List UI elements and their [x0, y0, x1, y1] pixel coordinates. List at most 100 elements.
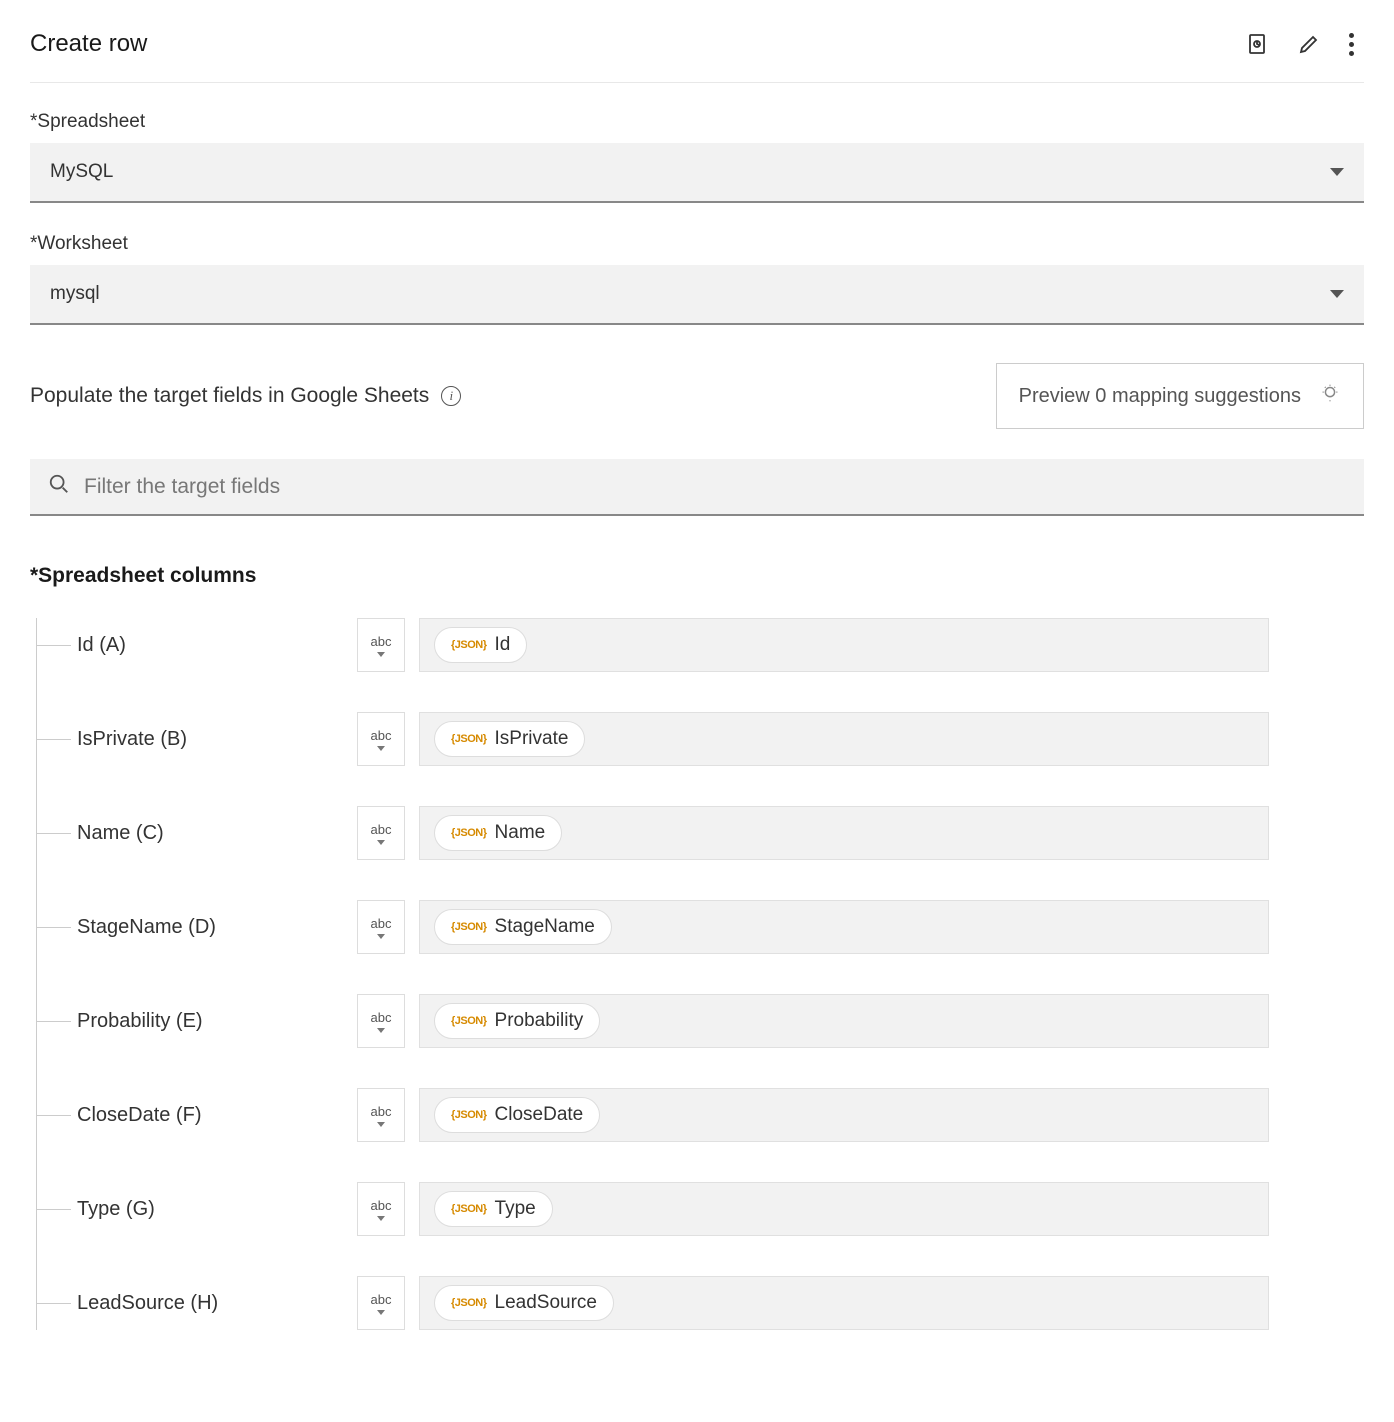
chevron-down-icon [1330, 290, 1344, 298]
json-tag-icon: JSON [451, 733, 487, 745]
type-selector[interactable]: abc [357, 1088, 405, 1142]
chevron-down-icon [377, 1028, 385, 1033]
tree-branch [37, 1115, 71, 1116]
column-label: Probability (E) [77, 1010, 357, 1033]
json-tag-icon: JSON [451, 1203, 487, 1215]
tree-branch [37, 1021, 71, 1022]
mapped-token[interactable]: JSON Name [434, 815, 562, 851]
type-label: abc [371, 1292, 392, 1307]
type-label: abc [371, 634, 392, 649]
json-tag-icon: JSON [451, 921, 487, 933]
chevron-down-icon [377, 840, 385, 845]
mapping-row: LeadSource (H) abc JSON LeadSource [37, 1276, 1364, 1330]
mapped-token-label: StageName [495, 916, 595, 938]
mapped-token[interactable]: JSON Id [434, 627, 527, 663]
spreadsheet-select[interactable]: MySQL [30, 143, 1364, 203]
type-selector[interactable]: abc [357, 900, 405, 954]
tree-branch [37, 739, 71, 740]
filter-box[interactable] [30, 459, 1364, 516]
populate-text: Populate the target fields in Google She… [30, 384, 461, 408]
mapped-token[interactable]: JSON CloseDate [434, 1097, 600, 1133]
type-label: abc [371, 916, 392, 931]
mapping-value-field[interactable]: JSON Probability [419, 994, 1269, 1048]
mapped-token-label: CloseDate [495, 1104, 584, 1126]
mapping-value-field[interactable]: JSON StageName [419, 900, 1269, 954]
mapped-token-label: Probability [495, 1010, 584, 1032]
column-label: Name (C) [77, 822, 357, 845]
type-selector[interactable]: abc [357, 1182, 405, 1236]
panel-title: Create row [30, 30, 1245, 58]
chevron-down-icon [377, 934, 385, 939]
type-label: abc [371, 1198, 392, 1213]
mapping-row: IsPrivate (B) abc JSON IsPrivate [37, 712, 1364, 766]
chevron-down-icon [377, 1310, 385, 1315]
json-tag-icon: JSON [451, 1297, 487, 1309]
mapping-value-field[interactable]: JSON LeadSource [419, 1276, 1269, 1330]
search-icon [48, 473, 70, 500]
mapped-token-label: Id [495, 634, 511, 656]
pencil-icon[interactable] [1297, 32, 1321, 56]
mapping-value-field[interactable]: JSON Type [419, 1182, 1269, 1236]
clipboard-icon[interactable] [1245, 32, 1269, 56]
tree-branch [37, 927, 71, 928]
mapping-list: Id (A) abc JSON Id IsPrivate (B) abc JSO… [36, 618, 1364, 1330]
mapped-token-label: Name [495, 822, 546, 844]
mapped-token[interactable]: JSON Type [434, 1191, 553, 1227]
chevron-down-icon [377, 1122, 385, 1127]
column-label: LeadSource (H) [77, 1292, 357, 1315]
mapping-value-field[interactable]: JSON Id [419, 618, 1269, 672]
preview-suggestions-button[interactable]: Preview 0 mapping suggestions [996, 363, 1364, 429]
type-selector[interactable]: abc [357, 712, 405, 766]
spreadsheet-label: *Spreadsheet [30, 111, 1364, 133]
more-icon[interactable] [1349, 33, 1354, 56]
mapped-token[interactable]: JSON StageName [434, 909, 612, 945]
chevron-down-icon [377, 746, 385, 751]
type-selector[interactable]: abc [357, 618, 405, 672]
json-tag-icon: JSON [451, 1109, 487, 1121]
spreadsheet-field: *Spreadsheet MySQL [30, 111, 1364, 203]
mapped-token-label: IsPrivate [495, 728, 569, 750]
tree-branch [37, 833, 71, 834]
json-tag-icon: JSON [451, 1015, 487, 1027]
chevron-down-icon [377, 652, 385, 657]
type-selector[interactable]: abc [357, 806, 405, 860]
mapping-value-field[interactable]: JSON Name [419, 806, 1269, 860]
chevron-down-icon [377, 1216, 385, 1221]
columns-title: *Spreadsheet columns [30, 564, 1364, 588]
mapped-token[interactable]: JSON IsPrivate [434, 721, 585, 757]
column-label: Id (A) [77, 634, 357, 657]
worksheet-field: *Worksheet mysql [30, 233, 1364, 325]
lightbulb-icon [1319, 382, 1341, 410]
filter-input[interactable] [84, 475, 1346, 499]
mapping-value-field[interactable]: JSON IsPrivate [419, 712, 1269, 766]
mapping-row: StageName (D) abc JSON StageName [37, 900, 1364, 954]
column-label: StageName (D) [77, 916, 357, 939]
mapping-row: Probability (E) abc JSON Probability [37, 994, 1364, 1048]
column-label: IsPrivate (B) [77, 728, 357, 751]
column-label: Type (G) [77, 1198, 357, 1221]
mapping-row: Id (A) abc JSON Id [37, 618, 1364, 672]
worksheet-label: *Worksheet [30, 233, 1364, 255]
json-tag-icon: JSON [451, 639, 487, 651]
populate-section: Populate the target fields in Google She… [30, 363, 1364, 429]
mapped-token-label: Type [495, 1198, 536, 1220]
mapped-token[interactable]: JSON Probability [434, 1003, 600, 1039]
json-tag-icon: JSON [451, 827, 487, 839]
info-icon[interactable]: i [441, 386, 461, 406]
mapped-token[interactable]: JSON LeadSource [434, 1285, 614, 1321]
type-label: abc [371, 1104, 392, 1119]
chevron-down-icon [1330, 168, 1344, 176]
mapping-row: Name (C) abc JSON Name [37, 806, 1364, 860]
mapping-row: CloseDate (F) abc JSON CloseDate [37, 1088, 1364, 1142]
header-actions [1245, 32, 1364, 56]
type-selector[interactable]: abc [357, 994, 405, 1048]
worksheet-value: mysql [50, 283, 100, 305]
populate-label: Populate the target fields in Google She… [30, 384, 429, 408]
type-selector[interactable]: abc [357, 1276, 405, 1330]
worksheet-select[interactable]: mysql [30, 265, 1364, 325]
mapping-value-field[interactable]: JSON CloseDate [419, 1088, 1269, 1142]
tree-branch [37, 1209, 71, 1210]
mapping-row: Type (G) abc JSON Type [37, 1182, 1364, 1236]
preview-button-label: Preview 0 mapping suggestions [1019, 385, 1301, 408]
tree-branch [37, 1303, 71, 1304]
